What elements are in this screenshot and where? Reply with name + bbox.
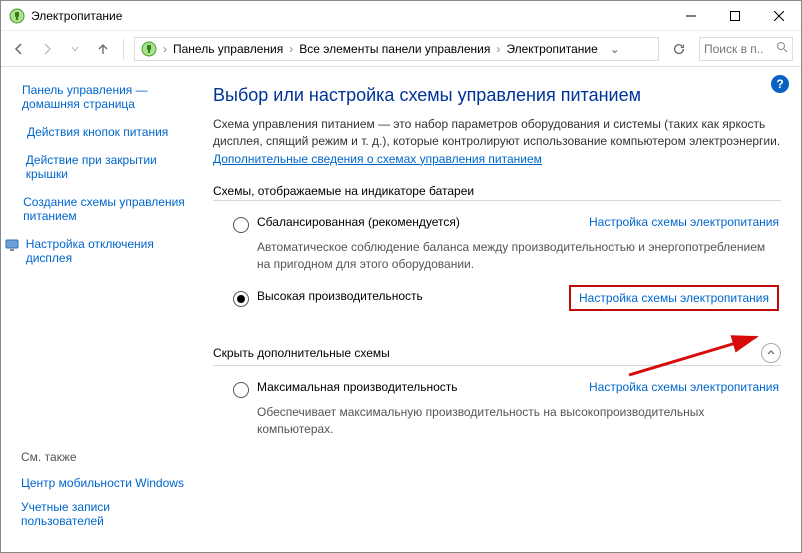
breadcrumb-root[interactable]: Панель управления: [173, 42, 283, 56]
intro-text: Схема управления питанием — это набор па…: [213, 116, 781, 168]
radio-maxperf[interactable]: [233, 382, 249, 398]
plan-maxperf-row: Максимальная производительность Настройк…: [213, 376, 781, 402]
power-icon: [141, 41, 157, 57]
sidebar-item-lid-action[interactable]: Действие при закрытии крышки: [26, 153, 189, 181]
group-hidden-header[interactable]: Скрыть дополнительные схемы: [213, 343, 781, 366]
intro-learn-more-link[interactable]: Дополнительные сведения о схемах управле…: [213, 152, 542, 166]
up-button[interactable]: [93, 39, 113, 59]
search-input[interactable]: [704, 42, 764, 56]
collapse-toggle-icon[interactable]: [761, 343, 781, 363]
plan-balanced-desc: Автоматическое соблюдение баланса между …: [213, 237, 781, 285]
plan-balanced-label[interactable]: Сбалансированная (рекомендуется): [257, 215, 577, 229]
maximize-button[interactable]: [713, 1, 757, 31]
plan-highperf-label[interactable]: Высокая производительность: [257, 289, 569, 303]
plan-balanced-settings-link[interactable]: Настройка схемы электропитания: [577, 215, 779, 229]
sidebar: Панель управления — домашняя страница Де…: [1, 67, 201, 552]
navbar: › Панель управления › Все элементы панел…: [1, 31, 801, 67]
plan-highperf-row: Высокая производительность Настройка схе…: [213, 285, 781, 311]
monitor-icon: [5, 237, 20, 251]
group-visible-header: Схемы, отображаемые на индикаторе батаре…: [213, 184, 781, 201]
plan-maxperf-settings-link[interactable]: Настройка схемы электропитания: [577, 380, 779, 394]
see-also-header: См. также: [21, 450, 189, 464]
breadcrumb[interactable]: › Панель управления › Все элементы панел…: [134, 37, 659, 61]
radio-balanced[interactable]: [233, 217, 249, 233]
page-title: Выбор или настройка схемы управления пит…: [213, 85, 781, 106]
close-button[interactable]: [757, 1, 801, 31]
help-icon[interactable]: ?: [771, 75, 789, 93]
chevron-right-icon: ›: [289, 42, 293, 56]
plan-maxperf-label[interactable]: Максимальная производительность: [257, 380, 577, 394]
see-also-accounts[interactable]: Учетные записи пользователей: [21, 500, 189, 528]
separator: [123, 39, 124, 59]
search-box[interactable]: [699, 37, 793, 61]
sidebar-item-display-off[interactable]: Настройка отключения дисплея: [26, 237, 189, 265]
sidebar-item-create-plan[interactable]: Создание схемы управления питанием: [23, 195, 189, 223]
main-area: Панель управления — домашняя страница Де…: [1, 67, 801, 552]
minimize-button[interactable]: [669, 1, 713, 31]
search-icon: [776, 41, 788, 56]
chevron-right-icon: ›: [496, 42, 500, 56]
sidebar-item-home[interactable]: Панель управления — домашняя страница: [22, 83, 189, 111]
chevron-down-icon[interactable]: ⌄: [602, 42, 620, 56]
recent-dropdown[interactable]: [65, 39, 85, 59]
forward-button[interactable]: [37, 39, 57, 59]
plan-balanced-row: Сбалансированная (рекомендуется) Настрой…: [213, 211, 781, 237]
sidebar-item-button-actions[interactable]: Действия кнопок питания: [27, 125, 168, 139]
power-icon: [9, 8, 25, 24]
radio-highperf[interactable]: [233, 291, 249, 307]
see-also-mobility[interactable]: Центр мобильности Windows: [21, 476, 189, 490]
back-button[interactable]: [9, 39, 29, 59]
titlebar: Электропитание: [1, 1, 801, 31]
chevron-right-icon: ›: [163, 42, 167, 56]
content: ? Выбор или настройка схемы управления п…: [201, 67, 801, 552]
refresh-button[interactable]: [667, 37, 691, 61]
plan-maxperf-desc: Обеспечивает максимальную производительн…: [213, 402, 781, 450]
breadcrumb-mid[interactable]: Все элементы панели управления: [299, 42, 490, 56]
window-title: Электропитание: [31, 9, 669, 23]
plan-highperf-settings-link[interactable]: Настройка схемы электропитания: [569, 285, 779, 311]
breadcrumb-leaf[interactable]: Электропитание: [506, 42, 597, 56]
